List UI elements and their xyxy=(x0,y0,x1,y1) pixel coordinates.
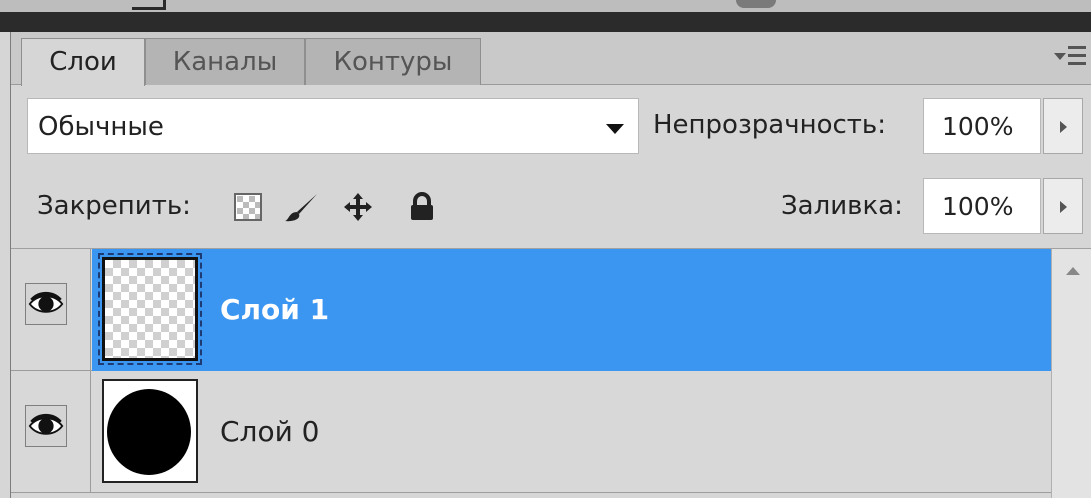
blend-opacity-row: Обычные Непрозрачность: 100% xyxy=(11,86,1091,164)
layer-name: Слой 0 xyxy=(220,415,320,448)
layer-name: Слой 1 xyxy=(220,293,330,326)
triangle-right-icon xyxy=(1060,121,1067,133)
eye-icon[interactable] xyxy=(25,405,67,447)
lock-transparency-icon[interactable] xyxy=(233,192,263,222)
visibility-cell xyxy=(11,249,91,371)
layers-panel: Слои Каналы Контуры Обычные Непрозрачнос… xyxy=(10,32,1091,498)
panel-menu-icon[interactable] xyxy=(1054,44,1088,70)
scroll-up-icon[interactable] xyxy=(1066,267,1080,275)
tab-paths[interactable]: Контуры xyxy=(305,38,481,85)
fill-input[interactable]: 100% xyxy=(923,178,1041,234)
fill-slider-button[interactable] xyxy=(1043,178,1083,234)
layer-thumbnail xyxy=(98,253,202,365)
panel-title-bar xyxy=(0,12,1091,32)
tab-channels[interactable]: Каналы xyxy=(145,38,305,85)
blend-mode-select[interactable]: Обычные xyxy=(27,98,639,154)
fill-label: Заливка: xyxy=(781,191,903,221)
brush-icon[interactable] xyxy=(283,192,319,222)
layers-list: Слой 1 Слой 0 xyxy=(11,248,1091,498)
eye-icon[interactable] xyxy=(25,283,67,325)
layer-row[interactable]: Слой 0 xyxy=(11,371,1051,493)
layers-scrollbar[interactable] xyxy=(1051,249,1091,498)
visibility-cell xyxy=(11,371,91,493)
layer-main[interactable]: Слой 0 xyxy=(92,371,1051,493)
layer-thumbnail xyxy=(102,379,198,483)
toolbar-fragment xyxy=(736,0,776,8)
toolbar-fragment xyxy=(132,0,166,10)
layer-main[interactable]: Слой 1 xyxy=(92,249,1051,371)
opacity-slider-button[interactable] xyxy=(1043,98,1083,154)
panel-tabs: Слои Каналы Контуры xyxy=(11,32,1091,86)
window-top-strip xyxy=(0,0,1091,12)
lock-fill-row: Закрепить: Заливка: 100% xyxy=(11,164,1091,248)
triangle-right-icon xyxy=(1060,201,1067,213)
dropdown-arrow-icon xyxy=(606,124,624,134)
circle-shape xyxy=(107,389,191,475)
padlock-icon[interactable] xyxy=(407,192,437,222)
move-icon[interactable] xyxy=(341,192,375,222)
tab-layers[interactable]: Слои xyxy=(21,38,145,86)
opacity-input[interactable]: 100% xyxy=(923,98,1041,154)
layer-row[interactable]: Слой 1 xyxy=(11,249,1051,371)
lock-label: Закрепить: xyxy=(37,191,191,221)
opacity-label: Непрозрачность: xyxy=(653,110,887,140)
blend-mode-value: Обычные xyxy=(38,112,164,142)
